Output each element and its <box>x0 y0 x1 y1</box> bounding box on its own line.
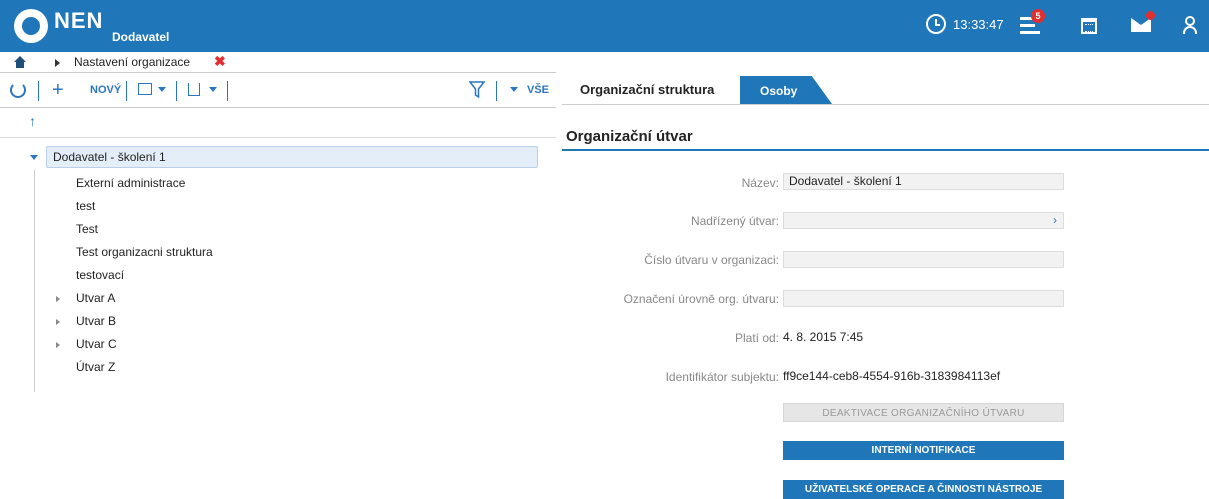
tree-item[interactable]: Utvar A <box>76 291 115 305</box>
refresh-icon[interactable] <box>10 82 26 98</box>
toolbar-divider <box>496 81 497 101</box>
tree-item[interactable]: Externí administrace <box>76 176 185 190</box>
subject-id-label: Identifikátor subjektu: <box>665 370 779 384</box>
tree-item[interactable]: Útvar Z <box>76 360 115 374</box>
tree-item[interactable]: Utvar B <box>76 314 116 328</box>
add-icon[interactable]: + <box>52 79 64 102</box>
valid-from-value: 4. 8. 2015 7:45 <box>783 330 864 344</box>
clock-time: 13:33:47 <box>953 17 1004 32</box>
tree-item[interactable]: test <box>76 199 95 213</box>
home-icon[interactable] <box>14 56 26 68</box>
breadcrumb-item[interactable]: Nastavení organizace <box>74 55 190 69</box>
expand-caret-icon[interactable] <box>56 296 60 302</box>
tree-item[interactable]: Utvar C <box>76 337 117 351</box>
nen-logo-icon[interactable] <box>14 9 48 43</box>
tree-item[interactable]: Test organizacni struktura <box>76 245 213 259</box>
name-field[interactable]: Dodavatel - školení 1 <box>783 173 1064 190</box>
user-icon[interactable] <box>1182 16 1198 34</box>
deactivate-unit-button[interactable]: DEAKTIVACE ORGANIZAČNÍHO ÚTVARU <box>783 403 1064 422</box>
collapse-caret-icon[interactable] <box>30 155 38 160</box>
expand-caret-icon[interactable] <box>56 342 60 348</box>
tab-divider <box>562 104 1209 105</box>
user-operations-button[interactable]: UŽIVATELSKÉ OPERACE A ČINNOSTI NÁSTROJE <box>783 480 1064 499</box>
toolbar-divider <box>176 81 177 101</box>
navigate-up-icon[interactable]: ↑ <box>29 113 36 129</box>
section-underline <box>562 149 1209 151</box>
chevron-right-icon[interactable]: › <box>1053 213 1057 228</box>
calendar-icon[interactable] <box>1081 18 1097 34</box>
parent-unit-label: Nadřízený útvar: <box>690 214 779 228</box>
export-dropdown-caret-icon[interactable] <box>209 87 217 92</box>
tree-item[interactable]: testovací <box>76 268 124 282</box>
print-dropdown-caret-icon[interactable] <box>158 87 166 92</box>
toolbar-divider <box>126 81 127 101</box>
new-button[interactable]: NOVÝ <box>90 84 121 96</box>
unit-number-field[interactable] <box>783 251 1064 268</box>
mail-unread-dot <box>1146 11 1155 20</box>
clock-icon <box>926 14 946 34</box>
unit-number-label: Číslo útvaru v organizaci: <box>644 253 779 267</box>
section-title: Organizační útvar <box>566 128 693 145</box>
print-icon[interactable] <box>138 83 152 95</box>
tree-item[interactable]: Test <box>76 222 98 236</box>
name-label: Název: <box>741 176 779 190</box>
expand-caret-icon[interactable] <box>56 319 60 325</box>
filter-all-label[interactable]: VŠE <box>527 84 549 96</box>
filter-dropdown-caret-icon[interactable] <box>510 87 518 92</box>
tree-root-label[interactable]: Dodavatel - školení 1 <box>53 150 166 164</box>
internal-notifications-button[interactable]: INTERNÍ NOTIFIKACE <box>783 441 1064 460</box>
logo-text[interactable]: NEN <box>54 8 103 34</box>
top-bar: NEN Dodavatel 13:33:47 5 <box>0 0 1209 52</box>
tree-guide-line <box>34 170 35 392</box>
toolbar-divider <box>227 81 228 101</box>
valid-from-label: Platí od: <box>734 331 779 345</box>
close-tab-icon[interactable]: ✖ <box>214 53 226 70</box>
logo-subtitle: Dodavatel <box>112 30 170 44</box>
breadcrumb: Nastavení organizace ✖ <box>0 52 1209 72</box>
mail-icon[interactable] <box>1131 18 1151 32</box>
tab-organization-structure[interactable]: Organizační struktura <box>562 72 742 104</box>
subject-id-value: ff9ce144-ceb8-4554-916b-3183984113ef <box>783 369 1001 383</box>
parent-unit-field[interactable]: › <box>783 212 1064 229</box>
export-icon[interactable] <box>188 83 200 96</box>
divider <box>0 137 556 138</box>
unit-level-field[interactable] <box>783 290 1064 307</box>
toolbar-divider <box>38 81 39 101</box>
tab-persons[interactable]: Osoby <box>740 76 832 104</box>
filter-icon[interactable] <box>469 81 485 99</box>
detail-panel: Organizační struktura Osoby Organizační … <box>562 72 1209 499</box>
notification-count-badge: 5 <box>1031 9 1045 23</box>
tree-toolbar: + NOVÝ VŠE <box>0 72 556 108</box>
breadcrumb-arrow-icon <box>55 59 60 67</box>
unit-level-label: Označení úrovně org. útvaru: <box>623 292 779 306</box>
